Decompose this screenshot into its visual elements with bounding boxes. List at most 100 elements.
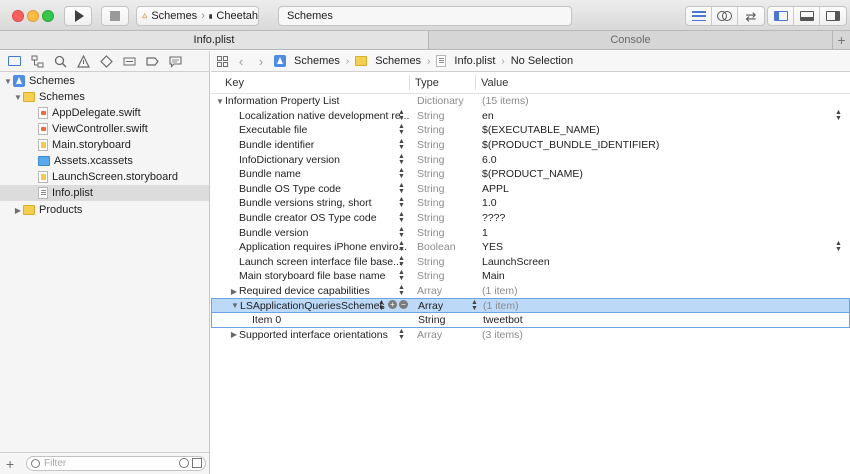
- key-stepper-icon[interactable]: ▲ ▼: [398, 255, 405, 268]
- test-navigator-tab[interactable]: [98, 53, 114, 69]
- add-row-button[interactable]: +: [387, 299, 397, 309]
- source-control-navigator-tab[interactable]: [29, 53, 45, 69]
- plist-key-cell[interactable]: Bundle version: [229, 227, 308, 239]
- key-stepper-icon[interactable]: ▲ ▼: [398, 284, 405, 297]
- key-stepper-icon[interactable]: ▲ ▼: [398, 328, 405, 341]
- breakpoint-navigator-tab[interactable]: [144, 53, 160, 69]
- plist-type-cell[interactable]: Array: [417, 329, 442, 341]
- plist-value-cell[interactable]: (3 items): [482, 329, 523, 341]
- related-items-icon[interactable]: [217, 55, 228, 67]
- forward-arrow-icon[interactable]: ›: [254, 54, 268, 69]
- disclosure-triangle-icon[interactable]: ▼: [215, 97, 225, 106]
- key-stepper-icon[interactable]: ▲ ▼: [398, 196, 405, 209]
- debug-navigator-tab[interactable]: [121, 53, 137, 69]
- plist-row[interactable]: Bundle versions string, short ▲ ▼ String 1.0: [211, 196, 850, 211]
- breadcrumb-group[interactable]: Schemes: [355, 55, 421, 67]
- plist-key-cell[interactable]: Bundle creator OS Type code: [229, 212, 377, 224]
- plist-value-cell[interactable]: $(EXECUTABLE_NAME): [482, 124, 600, 136]
- key-stepper-icon[interactable]: ▲ ▼: [398, 109, 405, 122]
- plist-type-cell[interactable]: String: [417, 256, 444, 268]
- disclosure-triangle-icon[interactable]: ▶: [13, 206, 23, 215]
- key-stepper-icon[interactable]: ▲ ▼: [398, 123, 405, 136]
- project-navigator-tab[interactable]: [6, 53, 22, 69]
- plist-row[interactable]: ▶ Supported interface orientations ▲ ▼ Array…: [211, 328, 850, 343]
- plist-row[interactable]: Item 0 String tweetbot: [211, 313, 850, 328]
- plist-row[interactable]: Main storyboard file base name ▲ ▼ String Ma…: [211, 269, 850, 284]
- plist-value-cell[interactable]: APPL: [482, 183, 509, 195]
- plist-type-cell[interactable]: String: [417, 139, 444, 151]
- plist-value-cell[interactable]: en: [482, 110, 494, 122]
- back-arrow-icon[interactable]: ‹: [234, 54, 248, 69]
- plist-key-cell[interactable]: Main storyboard file base name: [229, 270, 386, 282]
- add-file-button[interactable]: +: [6, 456, 18, 472]
- plist-type-cell[interactable]: String: [417, 168, 444, 180]
- plist-key-cell[interactable]: Bundle name: [229, 168, 301, 180]
- tree-item-file[interactable]: ViewController.swift: [0, 121, 209, 137]
- key-stepper-icon[interactable]: ▲ ▼: [378, 299, 385, 312]
- plist-row[interactable]: Bundle creator OS Type code ▲ ▼ String????: [211, 211, 850, 226]
- plist-key-cell[interactable]: ▶ Supported interface orientations: [229, 329, 388, 341]
- plist-key-cell[interactable]: Launch screen interface file base...: [229, 256, 402, 268]
- column-divider[interactable]: [409, 75, 410, 90]
- close-window-button[interactable]: [12, 10, 24, 22]
- plist-type-cell[interactable]: Dictionary: [417, 95, 464, 107]
- plist-row[interactable]: Executable file ▲ ▼ String $(EXECUTABLE_NAME…: [211, 123, 850, 138]
- source-control-filter-icon[interactable]: [192, 458, 202, 468]
- plist-row[interactable]: Application requires iPhone enviro... ▲ ▼ B…: [211, 240, 850, 255]
- plist-type-cell[interactable]: Array: [418, 300, 443, 312]
- tree-item-file[interactable]: Main.storyboard: [0, 137, 209, 153]
- plist-key-cell[interactable]: ▼ LSApplicationQueriesSchemes: [230, 300, 385, 312]
- type-column-header[interactable]: Type: [415, 77, 439, 89]
- key-stepper-icon[interactable]: ▲ ▼: [398, 182, 405, 195]
- plist-type-cell[interactable]: String: [417, 212, 444, 224]
- toggle-utilities-button[interactable]: [820, 7, 846, 25]
- key-column-header[interactable]: Key: [225, 77, 244, 89]
- tree-item-file-selected[interactable]: Info.plist: [0, 185, 209, 201]
- key-stepper-icon[interactable]: ▲ ▼: [398, 269, 405, 282]
- plist-row[interactable]: Bundle version ▲ ▼ String 1: [211, 225, 850, 240]
- key-stepper-icon[interactable]: ▲ ▼: [398, 226, 405, 239]
- disclosure-triangle-icon[interactable]: ▼: [230, 301, 240, 310]
- recent-files-icon[interactable]: [179, 458, 189, 468]
- plist-type-cell[interactable]: String: [417, 124, 444, 136]
- version-editor-button[interactable]: ⇄: [738, 7, 764, 25]
- plist-key-cell[interactable]: Application requires iPhone enviro...: [229, 241, 407, 253]
- plist-type-cell[interactable]: String: [417, 197, 444, 209]
- scheme-selector[interactable]: Schemes › Cheetah: [136, 6, 259, 26]
- plist-value-cell[interactable]: tweetbot: [483, 314, 523, 326]
- plist-value-cell[interactable]: YES: [482, 241, 503, 253]
- plist-key-cell[interactable]: Item 0: [252, 314, 281, 326]
- filter-field[interactable]: Filter: [26, 456, 206, 471]
- plist-row[interactable]: ▼ Information Property List Dictionary (15 …: [211, 94, 850, 109]
- key-stepper-icon[interactable]: ▲ ▼: [398, 153, 405, 166]
- plist-type-cell[interactable]: String: [417, 183, 444, 195]
- plist-type-cell[interactable]: String: [417, 110, 444, 122]
- plist-value-cell[interactable]: Main: [482, 270, 505, 282]
- tree-item-file[interactable]: LaunchScreen.storyboard: [0, 169, 209, 185]
- plist-value-cell[interactable]: (1 item): [483, 300, 519, 312]
- plist-type-cell[interactable]: String: [418, 314, 445, 326]
- disclosure-triangle-icon[interactable]: ▼: [3, 77, 13, 86]
- find-navigator-tab[interactable]: [52, 53, 68, 69]
- tree-item-file[interactable]: Assets.xcassets: [0, 153, 209, 169]
- plist-type-cell[interactable]: String: [417, 270, 444, 282]
- plist-row[interactable]: ▼ LSApplicationQueriesSchemes ▲ ▼ + − Array ▲ ▼(…: [211, 298, 850, 313]
- assistant-editor-button[interactable]: [712, 7, 738, 25]
- key-stepper-icon[interactable]: ▲ ▼: [398, 167, 405, 180]
- breadcrumb-project[interactable]: Schemes: [274, 55, 340, 67]
- report-navigator-tab[interactable]: [167, 53, 183, 69]
- key-stepper-icon[interactable]: ▲ ▼: [398, 211, 405, 224]
- tab-info-plist[interactable]: Info.plist: [0, 31, 429, 49]
- plist-row[interactable]: Launch screen interface file base... ▲ ▼ St…: [211, 255, 850, 270]
- tree-item-group[interactable]: ▼ Schemes: [0, 89, 209, 105]
- toggle-debug-area-button[interactable]: [794, 7, 820, 25]
- plist-value-cell[interactable]: 6.0: [482, 154, 497, 166]
- remove-row-button[interactable]: −: [398, 299, 408, 309]
- breadcrumb-selection[interactable]: No Selection: [511, 55, 573, 67]
- value-column-header[interactable]: Value: [481, 77, 508, 89]
- type-popup-icon[interactable]: ▲ ▼: [471, 299, 478, 312]
- plist-row[interactable]: Bundle identifier ▲ ▼ String $(PRODUCT_BUNDL…: [211, 138, 850, 153]
- plist-row[interactable]: Localization native development re... ▲ ▼ S…: [211, 109, 850, 124]
- plist-key-cell[interactable]: ▶ Required device capabilities: [229, 285, 370, 297]
- disclosure-triangle-icon[interactable]: ▶: [229, 330, 239, 339]
